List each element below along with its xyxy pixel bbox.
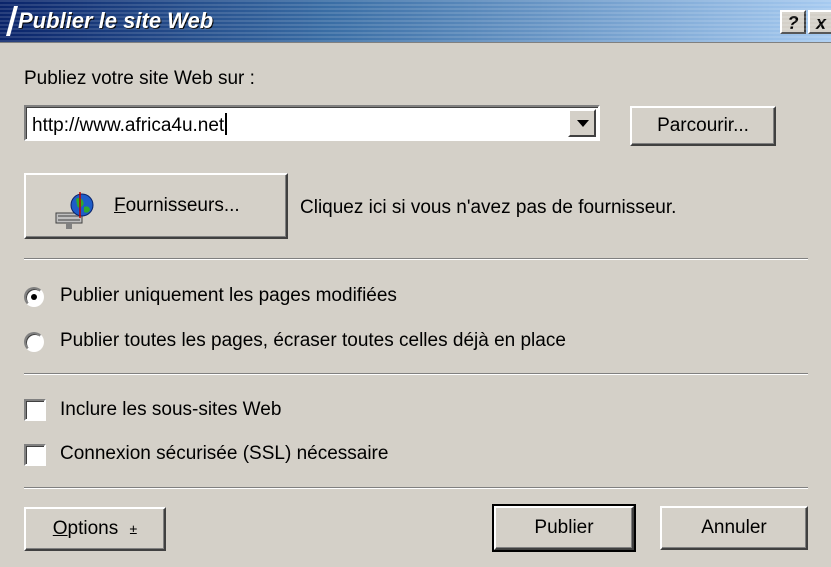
url-input[interactable]: http://www.africa4u.net — [32, 113, 227, 137]
radio-all-pages-label[interactable]: Publier toutes les pages, écraser toutes… — [60, 330, 566, 352]
checkbox-include-subsites-label[interactable]: Inclure les sous-sites Web — [60, 399, 281, 421]
publish-to-label: Publiez votre site Web sur : — [24, 68, 255, 89]
browse-button-label: Parcourir... — [657, 115, 749, 136]
dropdown-arrow-icon[interactable] — [568, 109, 596, 137]
options-button-label: Options — [52, 518, 119, 539]
checkbox-include-subsites[interactable] — [24, 399, 46, 421]
separator-3 — [24, 487, 808, 489]
options-button[interactable]: Options ± — [24, 507, 166, 551]
globe-computer-icon — [55, 192, 94, 229]
radio-all-pages[interactable] — [24, 332, 44, 352]
url-combobox[interactable]: http://www.africa4u.net — [24, 105, 600, 141]
radio-modified-pages-label[interactable]: Publier uniquement les pages modifiées — [60, 285, 397, 307]
separator-2 — [24, 373, 808, 375]
title-bar: Publier le site Web ? x — [0, 0, 831, 43]
title-bar-grip — [5, 6, 19, 36]
cancel-button-label: Annuler — [701, 517, 767, 538]
providers-button-label: Fournisseurs... — [114, 195, 240, 216]
providers-hint: Cliquez ici si vous n'avez pas de fourni… — [300, 197, 677, 218]
cancel-button[interactable]: Annuler — [660, 506, 808, 550]
expand-arrow-icon: ± — [129, 521, 138, 537]
radio-modified-pages[interactable] — [24, 287, 44, 307]
window-title: Publier le site Web — [18, 8, 214, 33]
publish-button[interactable]: Publier — [492, 504, 636, 552]
checkbox-ssl-label[interactable]: Connexion sécurisée (SSL) nécessaire — [60, 443, 388, 465]
checkbox-ssl[interactable] — [24, 444, 46, 466]
publish-button-label: Publier — [534, 517, 594, 538]
help-button[interactable]: ? — [780, 10, 806, 34]
separator-1 — [24, 258, 808, 260]
close-button[interactable]: x — [808, 10, 831, 34]
providers-button[interactable]: Fournisseurs... — [24, 173, 288, 239]
browse-button[interactable]: Parcourir... — [630, 106, 776, 146]
